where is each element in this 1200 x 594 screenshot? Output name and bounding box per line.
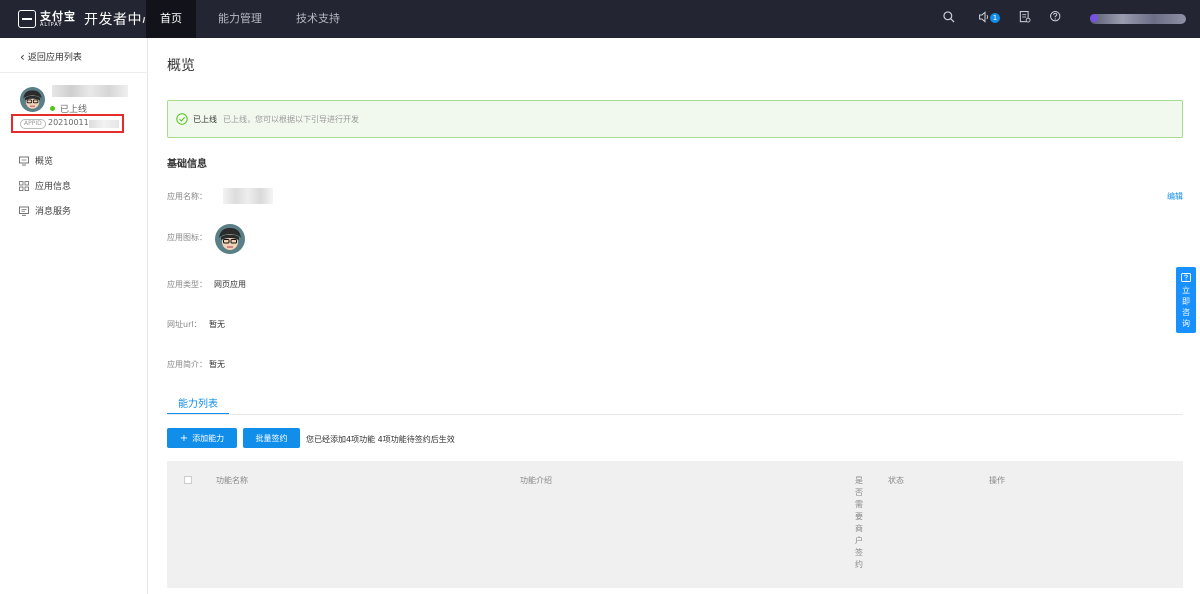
sidebar-divider bbox=[0, 72, 148, 73]
alert-title: 已上线 bbox=[193, 114, 217, 124]
nav-item-support[interactable]: 技术支持 bbox=[284, 0, 352, 38]
plus-icon: + bbox=[179, 432, 189, 444]
alipay-logo-icon bbox=[18, 10, 36, 28]
main-content: 概览 已上线 已上线，您可以根据以下引导进行开发 基础信息 应用名称： 编辑 应… bbox=[148, 38, 1200, 594]
logo-brand-en: ALIPAY bbox=[40, 21, 63, 28]
message-icon bbox=[19, 206, 29, 216]
app-icon-image bbox=[215, 224, 245, 254]
add-capability-label: 添加能力 bbox=[192, 433, 225, 443]
user-account-menu[interactable] bbox=[1090, 14, 1186, 24]
column-header-name[interactable]: 功能名称 bbox=[216, 475, 248, 486]
app-name-label: 应用名称： bbox=[167, 192, 207, 201]
monitor-icon bbox=[19, 156, 29, 165]
page-title: 概览 bbox=[167, 58, 195, 74]
sidebar-item-label: 消息服务 bbox=[35, 207, 72, 217]
basic-info-title: 基础信息 bbox=[167, 159, 207, 170]
main-nav: 首页 能力管理 技术支持 bbox=[146, 0, 352, 38]
edit-button[interactable]: 编辑 bbox=[1167, 191, 1183, 202]
sidebar-menu: 概览 应用信息 消息服务 bbox=[0, 148, 148, 223]
app-name-value-redacted bbox=[223, 188, 273, 204]
tab-divider bbox=[167, 414, 1183, 415]
app-type-value: 网页应用 bbox=[214, 280, 246, 289]
url-value: 暂无 bbox=[209, 320, 225, 329]
check-circle-icon bbox=[176, 113, 188, 125]
chevron-left-icon: ‹ bbox=[20, 49, 25, 64]
top-navigation-bar: 支付宝 ALIPAY 开发者中心 首页 能力管理 技术支持 1 bbox=[0, 0, 1200, 38]
back-to-app-list-label: 返回应用列表 bbox=[27, 53, 82, 63]
logo-brand: 支付宝 ALIPAY bbox=[40, 11, 76, 28]
app-icon-label: 应用图标： bbox=[167, 233, 207, 242]
app-type-label: 应用类型： bbox=[167, 280, 207, 289]
sidebar: ‹ 返回应用列表 已上线 APPID 20210011 概览 应用信息 消息服务 bbox=[0, 38, 148, 594]
url-label: 网址url： bbox=[167, 320, 202, 329]
appid-redacted bbox=[89, 120, 119, 128]
app-intro-label: 应用简介： bbox=[167, 360, 207, 369]
question-chat-icon bbox=[1181, 273, 1191, 282]
column-header-status[interactable]: 状态 bbox=[888, 475, 904, 486]
help-icon[interactable] bbox=[1049, 10, 1067, 28]
sidebar-item-overview[interactable]: 概览 bbox=[0, 148, 148, 173]
search-icon[interactable] bbox=[942, 10, 960, 28]
document-icon[interactable] bbox=[1018, 10, 1036, 28]
sidebar-item-label: 概览 bbox=[35, 157, 54, 167]
appid-tag: APPID bbox=[20, 119, 46, 129]
grid-icon bbox=[19, 180, 29, 191]
appid-highlight-box: APPID 20210011 bbox=[11, 114, 124, 133]
select-all-checkbox[interactable] bbox=[184, 476, 192, 484]
column-header-actions[interactable]: 操作 bbox=[989, 475, 1005, 486]
status-alert: 已上线 已上线，您可以根据以下引导进行开发 bbox=[167, 100, 1183, 138]
add-capability-button[interactable]: + 添加能力 bbox=[167, 428, 237, 448]
sidebar-item-label: 应用信息 bbox=[35, 182, 72, 192]
capability-table-header: 功能名称 功能介绍 是否需要商户签约 状态 操作 bbox=[167, 461, 1183, 588]
speaker-icon[interactable]: 1 bbox=[978, 10, 1000, 28]
app-intro-value: 暂无 bbox=[209, 360, 225, 369]
consult-now-button[interactable]: 立即咨询 bbox=[1176, 267, 1196, 333]
nav-item-home[interactable]: 首页 bbox=[146, 0, 196, 38]
back-to-app-list-link[interactable]: ‹ 返回应用列表 bbox=[20, 49, 82, 64]
column-header-merchant-sign[interactable]: 是否需要商户签约 bbox=[855, 475, 865, 571]
tab-capability-list[interactable]: 能力列表 bbox=[167, 395, 229, 415]
consult-now-label: 立即咨询 bbox=[1182, 286, 1190, 328]
batch-sign-button[interactable]: 批量签约 bbox=[243, 428, 300, 448]
status-online-dot bbox=[50, 106, 55, 111]
app-name-redacted bbox=[52, 85, 128, 97]
sidebar-item-message-service[interactable]: 消息服务 bbox=[0, 198, 148, 223]
logo-brand-cn: 支付宝 bbox=[40, 9, 76, 23]
capability-count-text: 您已经添加4项功能 4项功能待签约后生效 bbox=[306, 435, 455, 444]
app-avatar bbox=[20, 87, 45, 112]
sidebar-item-app-info[interactable]: 应用信息 bbox=[0, 173, 148, 198]
appid-value[interactable]: 20210011 bbox=[48, 118, 89, 127]
user-avatar bbox=[1090, 14, 1098, 22]
alert-description: 已上线，您可以根据以下引导进行开发 bbox=[223, 114, 359, 124]
column-header-intro[interactable]: 功能介绍 bbox=[520, 475, 552, 486]
nav-item-capability[interactable]: 能力管理 bbox=[206, 0, 274, 38]
alipay-logo[interactable]: 支付宝 ALIPAY 开发者中心 bbox=[18, 9, 157, 29]
notification-badge: 1 bbox=[990, 13, 1000, 23]
